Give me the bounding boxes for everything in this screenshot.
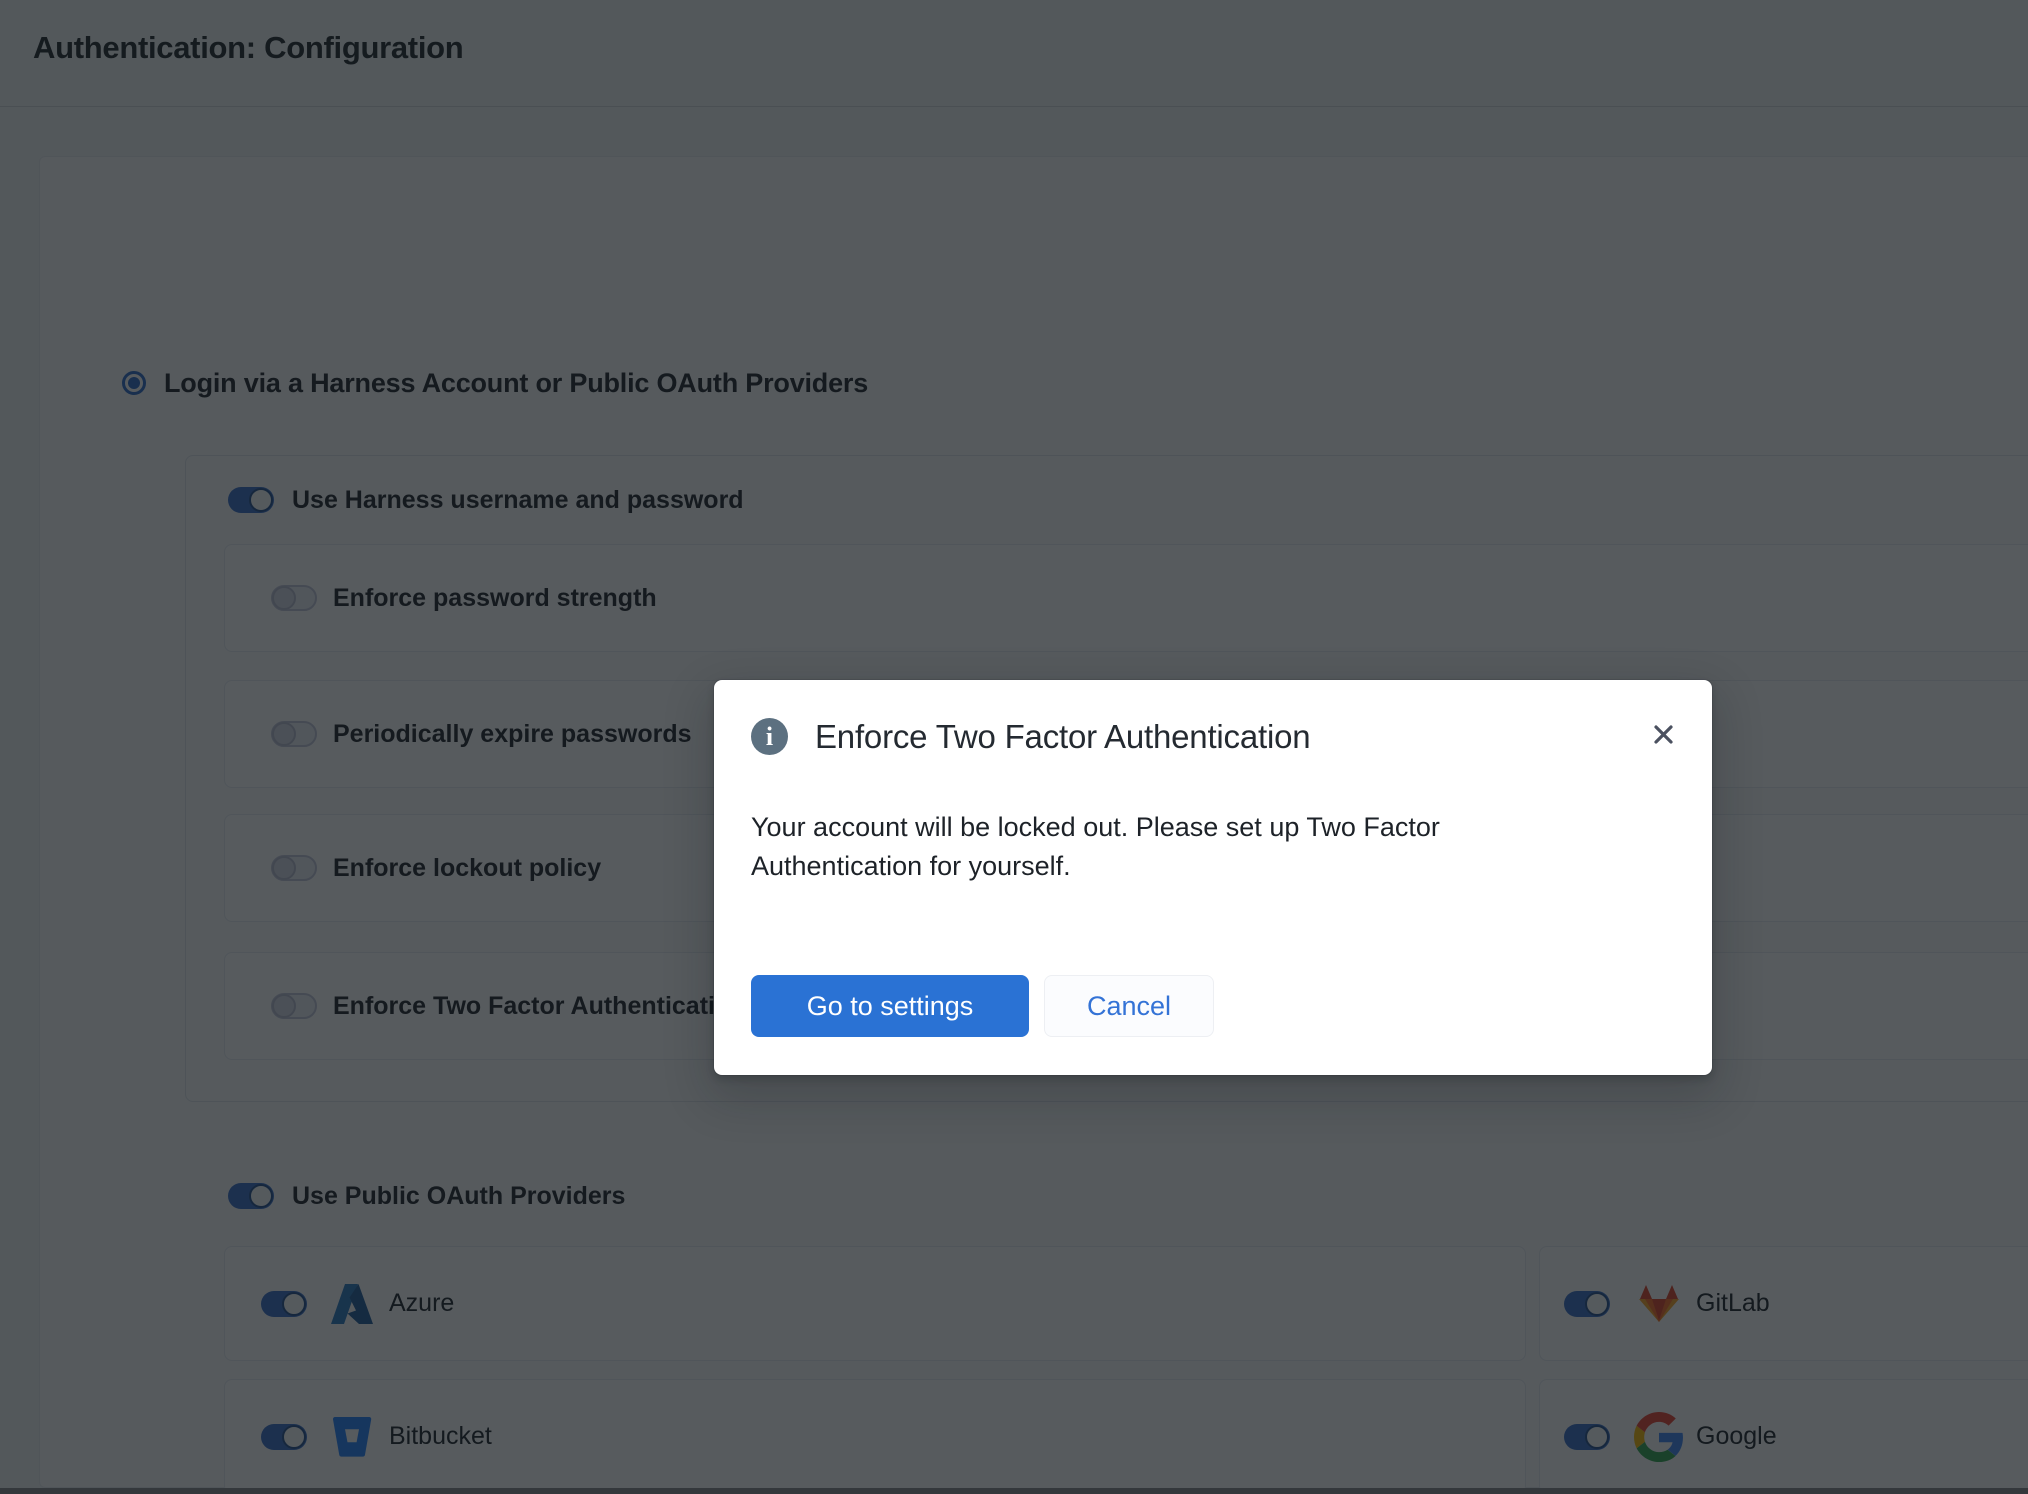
go-to-settings-button[interactable]: Go to settings [751,975,1029,1037]
two-factor-dialog: i Enforce Two Factor Authentication Your… [714,680,1712,1075]
authentication-configuration-page: Authentication: Configuration Login via … [0,0,2028,1494]
dialog-buttons: Go to settings Cancel [751,975,1214,1037]
dialog-title: Enforce Two Factor Authentication [815,718,1310,756]
info-icon: i [751,718,788,755]
close-icon[interactable] [1649,720,1677,748]
dialog-message: Your account will be locked out. Please … [751,808,1591,886]
cancel-button[interactable]: Cancel [1044,975,1214,1037]
